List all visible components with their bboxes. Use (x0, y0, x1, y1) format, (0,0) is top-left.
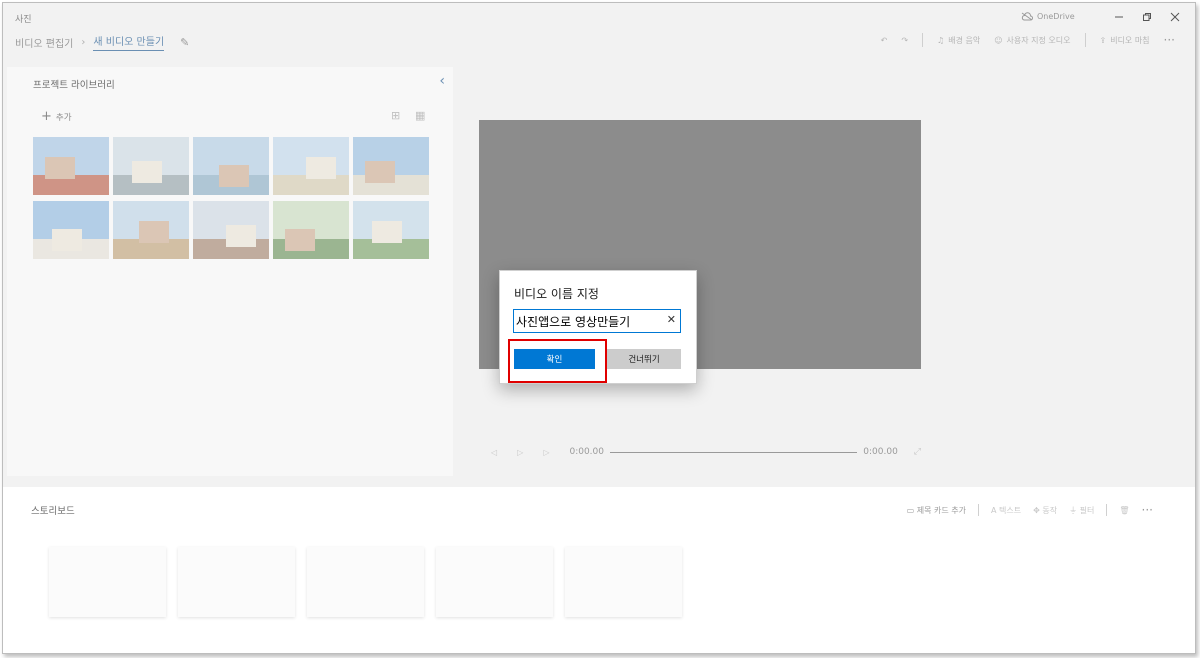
clear-input-icon[interactable]: ✕ (667, 313, 676, 326)
minimize-button[interactable] (1105, 7, 1133, 27)
minimize-icon (1115, 16, 1123, 18)
breadcrumb: 비디오 편집기 › 새 비디오 만들기 ✎ (15, 33, 189, 51)
skip-button[interactable]: 건너뛰기 (607, 349, 681, 369)
media-thumbnail-grid (33, 137, 437, 259)
storyboard-slot[interactable] (178, 547, 295, 617)
background-music-button[interactable]: ♫ 배경 음악 (937, 35, 980, 46)
delete-icon[interactable]: 🗑 (1119, 506, 1129, 515)
storyboard-divider (978, 504, 979, 516)
temple-among-trees-photo[interactable] (353, 201, 429, 259)
title-card-icon: ▭ (906, 505, 915, 515)
video-name-field[interactable]: ✕ (513, 309, 681, 333)
photos-app-window: 사진 OneDrive 비디오 편집기 › 새 비디오 만들기 ✎ ↶ ↷ ♫ … (2, 2, 1196, 654)
app-title: 사진 (15, 15, 32, 25)
finish-video-button[interactable]: ⇪ 비디오 마침 (1100, 35, 1150, 46)
filters-label: 필터 (1079, 505, 1095, 515)
motion-icon: ✥ (1033, 505, 1040, 515)
add-media-label: 추가 (55, 112, 72, 123)
redo-button[interactable]: ↷ (901, 36, 908, 45)
rename-pencil-icon[interactable]: ✎ (180, 36, 189, 49)
storyboard-slot[interactable] (49, 547, 166, 617)
close-icon (1170, 12, 1180, 22)
text-button[interactable]: A 텍스트 (991, 505, 1021, 516)
undo-icon: ↶ (880, 35, 888, 45)
toolbar-divider (922, 33, 924, 47)
text-label: 텍스트 (999, 505, 1022, 515)
storyboard-slot[interactable] (436, 547, 553, 617)
text-icon: A (991, 505, 997, 515)
storyboard-divider (1106, 504, 1108, 516)
title-bar: 사진 OneDrive (3, 3, 1195, 31)
more-options-button[interactable]: ··· (1164, 33, 1175, 47)
storyboard-toolbar: ▭ 제목 카드 추가 A 텍스트 ✥ 동작 ⏚ 필터 🗑 ··· (907, 503, 1153, 517)
plus-icon: + (41, 109, 52, 124)
playback-controls: ◁ ▷ ▷ 0:00.00 0:00.00 ⤢ (491, 447, 921, 457)
next-frame-icon[interactable]: ▷ (543, 448, 549, 457)
shophouse-photo[interactable] (193, 201, 269, 259)
dialog-title: 비디오 이름 지정 (514, 287, 599, 301)
current-time: 0:00.00 (569, 447, 604, 457)
hillside-houses-photo[interactable] (273, 201, 349, 259)
seek-bar[interactable] (610, 451, 858, 453)
redo-icon: ↷ (901, 35, 909, 45)
white-mansion-photo[interactable] (353, 137, 429, 195)
highlight-box (508, 339, 607, 383)
sea-horizon-photo[interactable] (193, 137, 269, 195)
person-audio-icon: ☺ (994, 35, 1003, 45)
export-icon: ⇪ (1099, 35, 1107, 45)
chinese-gate-photo[interactable] (113, 201, 189, 259)
undo-button[interactable]: ↶ (881, 36, 888, 45)
add-title-card-button[interactable]: ▭ 제목 카드 추가 (907, 505, 966, 516)
storyboard-slots (49, 547, 682, 617)
play-icon[interactable]: ▷ (517, 448, 523, 457)
motion-button[interactable]: ✥ 동작 (1033, 505, 1057, 516)
project-library-panel: 프로젝트 라이브러리 ‹ + 추가 ⊞ ▦ (7, 67, 453, 476)
chevron-right-icon: › (81, 36, 86, 48)
pier-photo[interactable] (113, 137, 189, 195)
small-grid-view-icon[interactable]: ⊞ (391, 109, 400, 122)
expand-icon[interactable]: ⤢ (914, 447, 921, 457)
storyboard-slot[interactable] (307, 547, 424, 617)
breadcrumb-video-editor[interactable]: 비디오 편집기 (15, 35, 73, 50)
total-time: 0:00.00 (863, 447, 898, 457)
project-library-title: 프로젝트 라이브러리 (33, 80, 115, 91)
filters-button[interactable]: ⏚ 필터 (1069, 505, 1094, 516)
previous-frame-icon[interactable]: ◁ (491, 448, 497, 457)
add-media-button[interactable]: + 추가 (41, 109, 72, 124)
restore-button[interactable] (1133, 7, 1161, 27)
storyboard-title: 스토리보드 (31, 506, 75, 517)
temple-roof-photo[interactable] (33, 137, 109, 195)
top-toolbar: ↶ ↷ ♫ 배경 음악 ☺ 사용자 지정 오디오 ⇪ 비디오 마침 ··· (881, 33, 1175, 47)
onedrive-status[interactable]: OneDrive (1021, 12, 1075, 21)
motion-label: 동작 (1042, 505, 1058, 515)
close-button[interactable] (1161, 7, 1189, 27)
title-card-label: 제목 카드 추가 (916, 505, 966, 515)
filter-icon: ⏚ (1069, 505, 1078, 515)
storyboard-more-button[interactable]: ··· (1142, 503, 1153, 517)
colonial-building-photo[interactable] (273, 137, 349, 195)
breadcrumb-new-video: 새 비디오 만들기 (93, 33, 165, 51)
custom-audio-button[interactable]: ☺ 사용자 지정 오디오 (994, 35, 1070, 46)
custom-audio-label: 사용자 지정 오디오 (1006, 35, 1071, 45)
white-palace-photo[interactable] (33, 201, 109, 259)
background-music-label: 배경 음악 (948, 35, 981, 45)
music-note-icon: ♫ (937, 35, 945, 45)
video-name-input[interactable] (514, 314, 658, 328)
storyboard-slot[interactable] (565, 547, 682, 617)
finish-video-label: 비디오 마침 (1110, 35, 1150, 45)
cloud-icon (1021, 12, 1033, 21)
restore-icon (1143, 13, 1151, 21)
large-grid-view-icon[interactable]: ▦ (415, 109, 425, 122)
onedrive-label: OneDrive (1037, 12, 1075, 21)
toolbar-divider (1084, 33, 1086, 47)
storyboard-panel: 스토리보드 ▭ 제목 카드 추가 A 텍스트 ✥ 동작 ⏚ 필터 🗑 ··· (3, 487, 1195, 653)
collapse-chevron-icon[interactable]: ‹ (439, 73, 445, 89)
